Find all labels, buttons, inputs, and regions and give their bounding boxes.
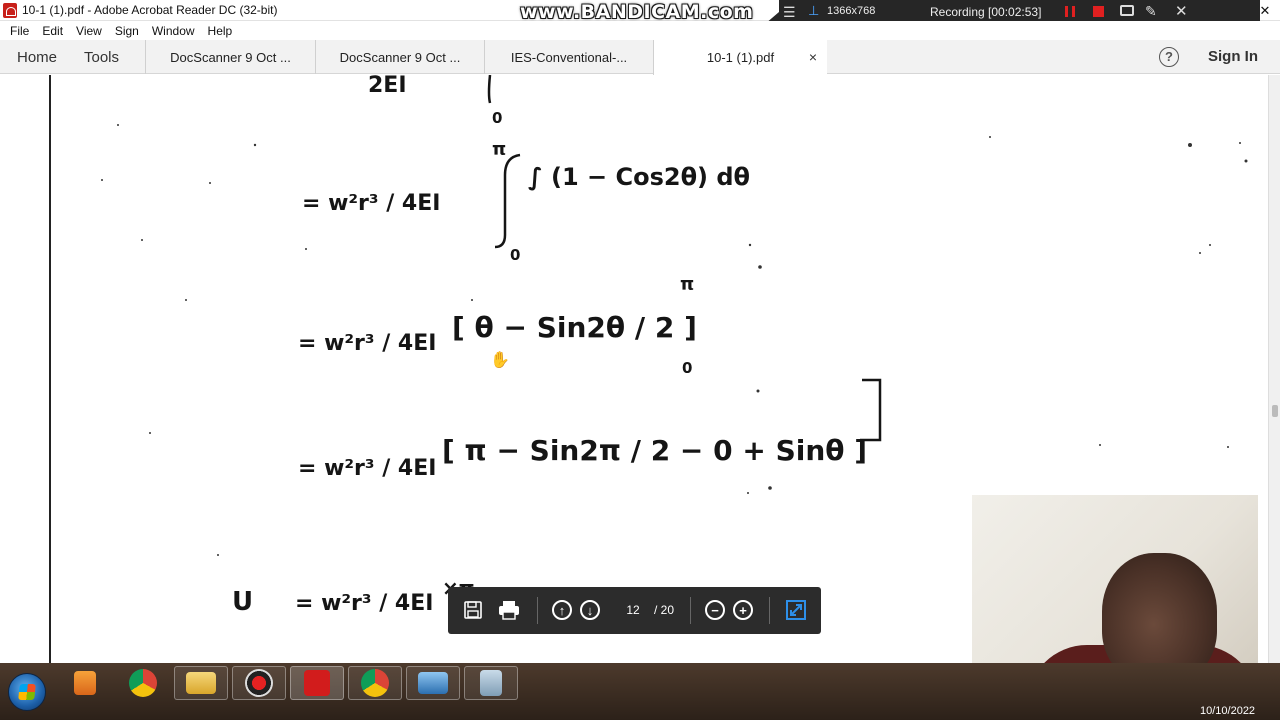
integral-sign xyxy=(487,75,492,104)
doc-line: = w²r³ / 4EI xyxy=(302,191,440,216)
doc-line: = w²r³ / 4EI xyxy=(298,331,436,356)
print-icon[interactable] xyxy=(496,597,522,623)
acrobat-icon xyxy=(304,670,330,696)
taskbar-window[interactable] xyxy=(406,666,460,700)
pause-icon[interactable] xyxy=(1065,6,1075,17)
tab-tools[interactable]: Tools xyxy=(84,49,119,66)
tab-close-icon[interactable]: × xyxy=(809,49,817,65)
help-icon[interactable]: ? xyxy=(1159,47,1179,67)
taskbar-chrome-profile[interactable] xyxy=(348,666,402,700)
close-icon[interactable]: ✕ xyxy=(1175,2,1188,20)
taskbar-media-player[interactable] xyxy=(58,666,112,700)
previous-page-button[interactable]: ↑ xyxy=(549,597,575,623)
menu-window[interactable]: Window xyxy=(152,24,195,38)
taskbar-chrome[interactable] xyxy=(116,666,170,700)
recording-resolution: 1366x768 xyxy=(827,5,876,17)
doc-line: [ π − Sin2π / 2 − 0 + Sinθ ] xyxy=(442,434,867,467)
toolbar-divider xyxy=(537,597,538,624)
recorder-watermark: www.BANDICAM.com xyxy=(520,1,754,23)
hand-cursor-icon: ✋ xyxy=(490,350,510,369)
integral-sign xyxy=(494,153,521,249)
record-icon xyxy=(245,669,273,697)
doc-line: π xyxy=(492,139,506,160)
zoom-out-button[interactable]: − xyxy=(702,597,728,623)
bracket xyxy=(860,378,882,442)
camera-icon[interactable] xyxy=(1120,5,1134,16)
menu-view[interactable]: View xyxy=(76,24,102,38)
page-navigation-toolbar: ↑ ↓ 12 / 20 − + xyxy=(448,587,821,634)
arrow-up-icon: ↑ xyxy=(552,600,572,620)
window-icon xyxy=(418,672,448,694)
doc-line: π xyxy=(680,274,694,295)
fit-page-button[interactable] xyxy=(783,597,809,623)
next-page-button[interactable]: ↓ xyxy=(577,597,603,623)
menu-edit[interactable]: Edit xyxy=(42,24,63,38)
scrollbar-thumb[interactable] xyxy=(1272,405,1278,417)
acrobat-app-icon xyxy=(3,3,17,18)
window-title: 10-1 (1).pdf - Adobe Acrobat Reader DC (… xyxy=(22,3,278,17)
pen-icon[interactable]: ✎ xyxy=(1145,3,1157,20)
doc-line: U xyxy=(232,587,253,617)
start-button[interactable] xyxy=(8,673,46,711)
tab-home[interactable]: Home xyxy=(17,49,57,66)
doc-tab-label: IES-Conventional-... xyxy=(510,49,628,65)
toolbar-divider xyxy=(769,597,770,624)
chrome-icon xyxy=(361,669,389,697)
chrome-icon xyxy=(129,669,157,697)
sign-in-button[interactable]: Sign In xyxy=(1208,48,1258,65)
toolbar-divider xyxy=(690,597,691,624)
tab-bar: Home Tools DocScanner 9 Oct ... DocScann… xyxy=(0,40,1280,75)
media-player-icon xyxy=(74,671,96,695)
doc-tab-active[interactable]: 10-1 (1).pdf × xyxy=(653,40,827,75)
doc-line: = w²r³ / 4EI xyxy=(298,456,436,481)
taskbar-acrobat[interactable] xyxy=(290,666,344,700)
menu-file[interactable]: File xyxy=(10,24,29,38)
page-number-input[interactable]: 12 xyxy=(615,598,651,622)
doc-tab-label: DocScanner 9 Oct ... xyxy=(339,49,461,65)
menu-icon[interactable]: ☰ xyxy=(783,4,796,21)
doc-tab[interactable]: DocScanner 9 Oct ... xyxy=(315,40,484,74)
doc-tab[interactable]: DocScanner 9 Oct ... xyxy=(145,40,315,74)
menu-sign[interactable]: Sign xyxy=(115,24,139,38)
zoom-in-button[interactable]: + xyxy=(730,597,756,623)
arrow-down-icon: ↓ xyxy=(580,600,600,620)
doc-line: 0 xyxy=(492,109,502,127)
menu-help[interactable]: Help xyxy=(208,24,233,38)
taskbar-date: 10/10/2022 xyxy=(1200,705,1256,717)
page-total: / 20 xyxy=(654,603,675,617)
doc-line: ∫ (1 − Cos2θ) dθ xyxy=(528,163,750,191)
pin-icon[interactable]: ⊥ xyxy=(808,3,819,19)
doc-line: = w²r³ / 4EI xyxy=(295,591,433,616)
recording-status: Recording [00:02:53] xyxy=(930,5,1042,19)
doc-line: 2EI xyxy=(368,75,407,98)
doc-tab-label: DocScanner 9 Oct ... xyxy=(170,49,291,65)
doc-tab-label: 10-1 (1).pdf xyxy=(706,50,775,65)
taskbar-bandicam[interactable] xyxy=(232,666,286,700)
folder-icon xyxy=(186,672,216,694)
doc-line: [ θ − Sin2θ / 2 ] xyxy=(452,311,697,344)
fit-page-icon xyxy=(786,600,806,620)
plus-icon: + xyxy=(733,600,753,620)
save-icon[interactable] xyxy=(460,597,486,623)
minus-icon: − xyxy=(705,600,725,620)
screen: 10-1 (1).pdf - Adobe Acrobat Reader DC (… xyxy=(0,0,1280,720)
menu-bar: File Edit View Sign Window Help xyxy=(0,21,1280,40)
taskbar: 10/10/2022 xyxy=(0,663,1280,720)
calculator-icon xyxy=(480,670,502,696)
vertical-scrollbar[interactable] xyxy=(1268,75,1280,663)
stop-icon[interactable] xyxy=(1093,6,1104,17)
doc-tab[interactable]: IES-Conventional-... xyxy=(484,40,653,74)
doc-line: 0 xyxy=(682,359,692,377)
taskbar-calculator[interactable] xyxy=(464,666,518,700)
doc-line: 0 xyxy=(510,246,520,264)
taskbar-explorer[interactable] xyxy=(174,666,228,700)
